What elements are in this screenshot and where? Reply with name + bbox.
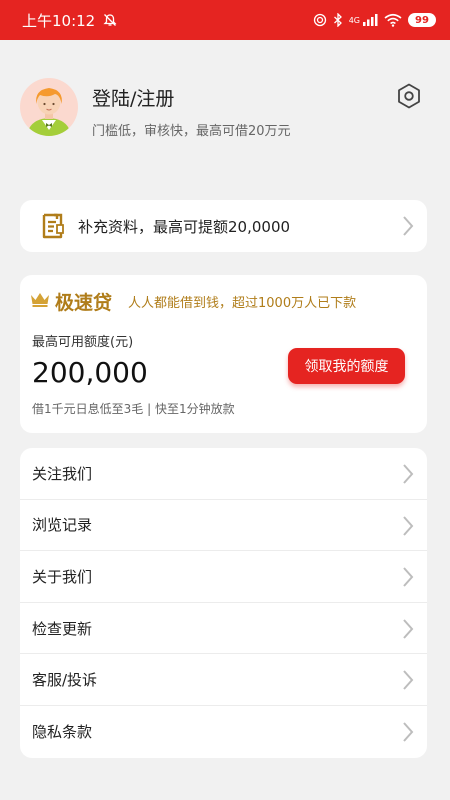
menu-item-customer-service[interactable]: 客服/投诉: [20, 654, 427, 706]
limit-amount: 200,000: [32, 356, 148, 389]
chevron-right-icon: [403, 619, 414, 639]
settings-menu: 关注我们 浏览记录 关于我们 检查更新 客服/投诉 隐私条款: [20, 448, 427, 758]
status-left: 上午10:12: [22, 10, 117, 31]
login-register-title[interactable]: 登陆/注册: [92, 84, 174, 111]
document-icon: [42, 213, 64, 239]
limit-label: 最高可用额度(元): [32, 335, 134, 350]
chevron-right-icon: [403, 670, 414, 691]
bluetooth-icon: [333, 13, 342, 27]
loan-slogan: 人人都能借到钱，超过1000万人已下款: [128, 296, 357, 311]
loan-note: 借1千元日息低至3毛 | 快至1分钟放款: [32, 402, 235, 416]
chevron-right-icon: [403, 515, 414, 536]
avatar[interactable]: [20, 78, 78, 136]
status-right: 4G 99: [313, 13, 436, 27]
menu-item-label: 关注我们: [32, 464, 93, 483]
status-time: 上午10:12: [22, 11, 96, 30]
chevron-right-icon: [403, 216, 414, 236]
status-bar: 上午10:12 4G 99: [0, 0, 450, 40]
chevron-right-icon: [403, 722, 414, 742]
profile-header[interactable]: 登陆/注册 门槛低，审核快，最高可借20万元: [20, 78, 430, 142]
chevron-right-icon: [403, 567, 414, 587]
settings-icon[interactable]: [394, 81, 424, 111]
menu-item-label: 客服/投诉: [32, 671, 98, 690]
chevron-right-icon: [403, 464, 414, 484]
menu-item-label: 隐私条款: [32, 723, 93, 742]
menu-item-label: 浏览记录: [32, 516, 93, 535]
fast-loan-card: 极速贷 人人都能借到钱，超过1000万人已下款 最高可用额度(元) 200,00…: [20, 275, 427, 433]
crown-icon: [31, 293, 49, 307]
menu-item-label: 检查更新: [32, 619, 93, 638]
menu-item-label: 关于我们: [32, 567, 93, 586]
supplement-info-text: 补充资料，最高可提额20,0000: [78, 217, 291, 236]
signal-icon: [363, 14, 378, 26]
menu-item-about-us[interactable]: 关于我们: [20, 551, 427, 603]
menu-item-check-update[interactable]: 检查更新: [20, 603, 427, 655]
menu-item-follow-us[interactable]: 关注我们: [20, 448, 427, 500]
login-subtitle: 门槛低，审核快，最高可借20万元: [92, 124, 291, 139]
wifi-icon: [384, 13, 402, 27]
supplement-info-card[interactable]: 补充资料，最高可提额20,0000: [20, 200, 427, 252]
battery-icon: 99: [408, 13, 436, 27]
loan-product-name: 极速贷: [55, 292, 113, 314]
menu-item-privacy-policy[interactable]: 隐私条款: [20, 706, 427, 758]
network-label: 4G: [348, 15, 360, 25]
hotspot-icon: [313, 13, 326, 27]
claim-limit-button[interactable]: 领取我的额度: [288, 348, 405, 384]
mute-icon: [103, 14, 117, 26]
menu-item-browse-history[interactable]: 浏览记录: [20, 500, 427, 552]
